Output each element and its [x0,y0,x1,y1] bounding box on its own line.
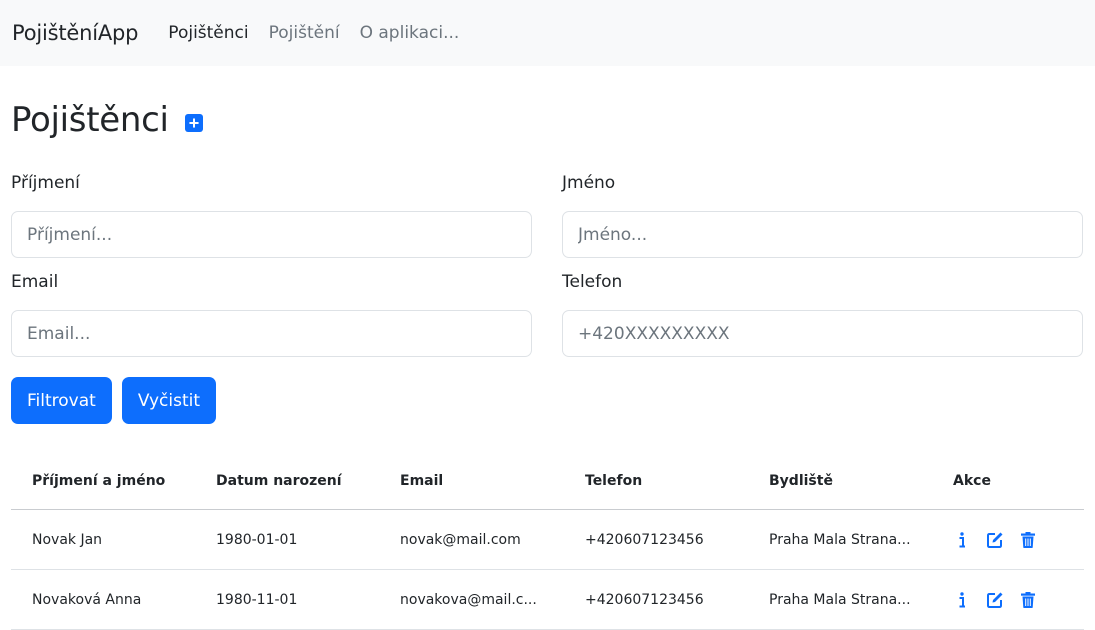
name-label: Jméno [562,173,616,193]
cell-birthdate: 1980-11-01 [195,569,379,630]
phone-input[interactable] [562,310,1083,357]
header-phone: Telefon [564,452,748,510]
email-label: Email [11,272,59,292]
surname-group: Příjmení [11,173,532,258]
info-icon [959,531,965,547]
nav-link-pojistenci[interactable]: Pojištěnci [168,23,248,43]
cell-name: Novak Jan [11,509,195,570]
nav-link-pojisteni[interactable]: Pojištění [269,23,340,43]
title-row: Pojištěnci [11,97,1083,143]
cell-actions [932,509,1084,570]
phone-group: Telefon [562,272,1083,357]
header-address: Bydliště [748,452,932,510]
page-title: Pojištěnci [11,100,169,140]
navbar-brand[interactable]: PojištěníApp [12,21,138,45]
header-email: Email [379,452,564,510]
table-header-row: Příjmení a jméno Datum narození Email Te… [11,452,1084,510]
cell-phone: +420607123456 [564,569,748,630]
filter-button[interactable]: Filtrovat [11,377,112,424]
detail-button[interactable] [953,591,971,609]
cell-email: novak@mail.com [379,509,564,570]
main-content: Pojištěnci Příjmení Jméno Email Telefon … [0,97,1095,630]
detail-button[interactable] [953,531,971,549]
edit-icon [987,532,1003,548]
insured-table: Příjmení a jméno Datum narození Email Te… [11,452,1084,630]
phone-label: Telefon [562,272,623,292]
filter-buttons: Filtrovat Vyčistit [11,377,1083,424]
add-insured-button[interactable] [184,114,203,132]
table-row: Novak Jan 1980-01-01 novak@mail.com +420… [11,509,1084,570]
trash-icon [1021,531,1035,548]
info-icon [959,591,965,607]
edit-button[interactable] [986,591,1004,609]
cell-email: novakova@mail.c... [379,569,564,630]
clear-button[interactable]: Vyčistit [121,377,217,424]
surname-label: Příjmení [11,173,80,193]
nav-link-o-aplikaci[interactable]: O aplikaci... [360,23,460,43]
cell-address: Praha Mala Strana... [748,569,932,630]
filter-form: Příjmení Jméno Email Telefon [11,173,1083,371]
header-birthdate: Datum narození [195,452,379,510]
surname-input[interactable] [11,211,532,258]
trash-icon [1021,591,1035,608]
cell-name: Novaková Anna [11,569,195,630]
delete-button[interactable] [1019,531,1037,549]
edit-icon [987,592,1003,608]
cell-actions [932,569,1084,630]
name-input[interactable] [562,211,1083,258]
email-input[interactable] [11,310,532,357]
delete-button[interactable] [1019,591,1037,609]
navbar: PojištěníApp Pojištěnci Pojištění O apli… [0,0,1095,66]
table-row: Novaková Anna 1980-11-01 novakova@mail.c… [11,569,1084,630]
cell-address: Praha Mala Strana... [748,509,932,570]
cell-birthdate: 1980-01-01 [195,509,379,570]
plus-square-icon [188,118,199,128]
email-group: Email [11,272,532,357]
edit-button[interactable] [986,531,1004,549]
header-name: Příjmení a jméno [11,452,195,510]
cell-phone: +420607123456 [564,509,748,570]
name-group: Jméno [562,173,1083,258]
header-actions: Akce [932,452,1084,510]
